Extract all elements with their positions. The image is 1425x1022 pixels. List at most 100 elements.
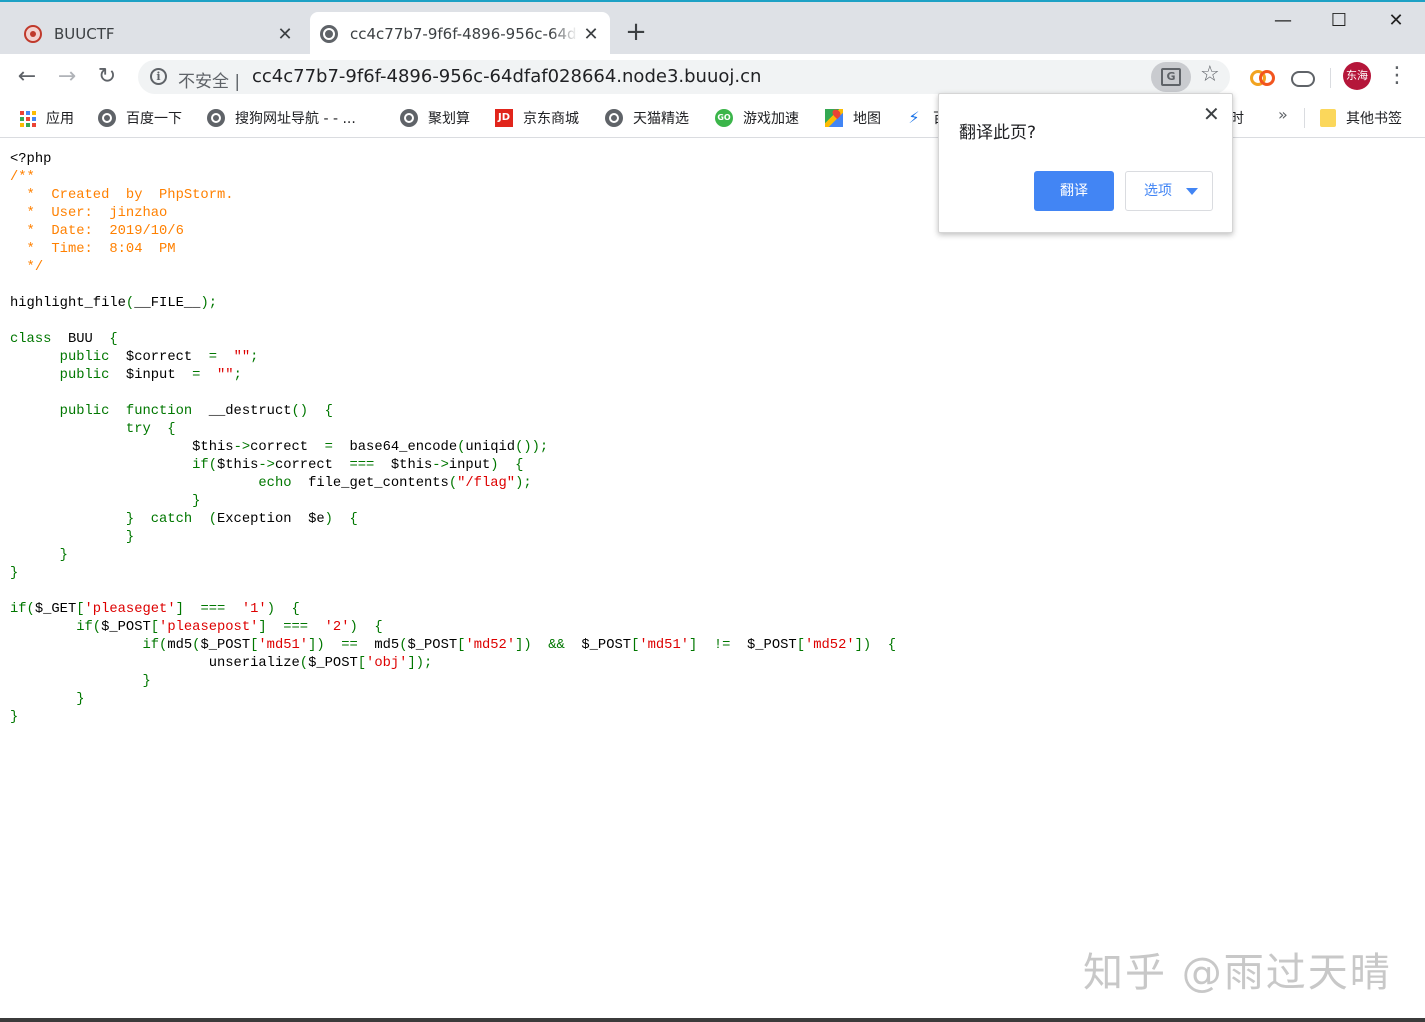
code-line: } xyxy=(10,547,896,565)
code-token: correct xyxy=(250,440,325,455)
code-token: -> xyxy=(432,458,449,473)
code-token: ) { xyxy=(324,512,358,527)
options-label: 选项 xyxy=(1144,183,1172,199)
code-token: if( xyxy=(10,602,35,617)
bookmark-jd[interactable]: JD 京东商城 xyxy=(495,107,579,129)
folder-icon xyxy=(1320,109,1336,127)
bookmark-game-accel[interactable]: GO 游戏加速 xyxy=(715,107,799,129)
code-line: } xyxy=(10,709,896,727)
code-token: = xyxy=(324,440,350,455)
other-bookmarks[interactable]: 其他书签 xyxy=(1320,107,1402,129)
globe-icon xyxy=(98,109,116,127)
bookmark-baidu[interactable]: 百度一下 xyxy=(98,107,182,129)
code-line: public $input = ""; xyxy=(10,367,896,385)
code-token: $_POST xyxy=(101,620,151,635)
window-close-button[interactable]: ✕ xyxy=(1373,6,1419,36)
bookmark-sogou[interactable]: 搜狗网址导航 - - ... xyxy=(207,107,356,129)
code-line: echo file_get_contents("/flag"); xyxy=(10,475,896,493)
code-token: /** xyxy=(10,170,35,185)
options-button[interactable]: 选项 xyxy=(1125,171,1213,211)
code-token: */ xyxy=(10,260,44,275)
caret-down-icon xyxy=(1186,188,1198,195)
code-token: } xyxy=(10,548,68,563)
tab-close-icon[interactable]: ✕ xyxy=(272,24,298,45)
profile-avatar[interactable]: 东海 xyxy=(1343,62,1371,90)
code-token: 'pleaseget' xyxy=(84,602,176,617)
code-token: $this xyxy=(390,458,433,473)
code-token: -> xyxy=(258,458,275,473)
code-token: md5 xyxy=(167,638,193,653)
code-token: correct xyxy=(274,458,350,473)
code-token: $input xyxy=(125,368,193,383)
bookmark-map[interactable]: 地图 xyxy=(825,107,881,129)
bookmark-apps[interactable]: 应用 xyxy=(18,107,74,129)
browser-menu-icon[interactable]: ⋮ xyxy=(1384,62,1410,92)
code-token: $correct xyxy=(125,350,209,365)
code-line: } xyxy=(10,691,896,709)
translate-popup: 翻译此页? ✕ 翻译 选项 xyxy=(938,93,1233,233)
code-line: if($_GET['pleaseget'] === '1') { xyxy=(10,601,896,619)
jd-icon: JD xyxy=(495,109,513,127)
code-line: unserialize($_POST['obj']); xyxy=(10,655,896,673)
bookmark-label: 游戏加速 xyxy=(743,111,799,127)
bookmark-star-icon[interactable]: ☆ xyxy=(1200,62,1220,87)
code-token: '1' xyxy=(241,602,267,617)
url-text[interactable]: cc4c77b7-9f6f-4896-956c-64dfaf028664.nod… xyxy=(252,66,761,87)
toolbar-divider xyxy=(1330,68,1331,88)
code-token: ()); xyxy=(515,440,549,455)
code-token: ); xyxy=(200,296,218,311)
maximize-button[interactable]: ☐ xyxy=(1316,6,1362,36)
minimize-button[interactable]: — xyxy=(1260,6,1306,36)
blue-icon: ⚡ xyxy=(908,108,920,127)
bookmark-tmall[interactable]: 天猫精选 xyxy=(605,107,689,129)
new-tab-button[interactable]: + xyxy=(622,18,650,46)
code-token: $_POST xyxy=(407,638,458,653)
code-line: /** xyxy=(10,169,896,187)
reload-button[interactable]: ↻ xyxy=(92,62,122,92)
address-bar[interactable]: i 不安全 | cc4c77b7-9f6f-4896-956c-64dfaf02… xyxy=(138,60,1230,94)
info-icon[interactable]: i xyxy=(150,68,167,85)
code-line: * User: jinzhao xyxy=(10,205,896,223)
code-token: if( xyxy=(10,638,168,653)
buuctf-favicon-icon xyxy=(24,25,42,43)
cloud-extension-icon[interactable] xyxy=(1290,65,1315,89)
tab-title: cc4c77b7-9f6f-4896-956c-64dfaf028664 xyxy=(350,25,578,43)
code-token: } xyxy=(10,710,19,725)
tab-buuctf[interactable]: BUUCTF ✕ xyxy=(14,12,304,56)
bookmark-label: 百度一下 xyxy=(126,111,182,127)
translate-page-button[interactable]: G xyxy=(1151,62,1191,92)
code-token: } xyxy=(10,674,151,689)
tab-challenge[interactable]: cc4c77b7-9f6f-4896-956c-64dfaf028664 ✕ xyxy=(310,12,610,56)
code-line: * Time: 8:04 PM xyxy=(10,241,896,259)
code-token: '2' xyxy=(324,620,350,635)
code-token: file_get_contents xyxy=(308,476,449,491)
bookmarks-overflow-button[interactable]: » xyxy=(1278,105,1288,124)
code-line: } xyxy=(10,493,896,511)
close-icon[interactable]: ✕ xyxy=(1203,102,1220,126)
code-token: 'md52' xyxy=(804,638,855,653)
code-token: = xyxy=(192,368,218,383)
code-token: $_POST xyxy=(581,638,632,653)
code-line: if($this->correct === $this->input) { xyxy=(10,457,896,475)
tab-close-icon[interactable]: ✕ xyxy=(578,24,604,45)
code-token: md5 xyxy=(374,638,400,653)
back-button[interactable]: ← xyxy=(12,62,42,92)
translate-icon: G xyxy=(1161,68,1181,86)
code-token: ] === xyxy=(175,602,242,617)
code-line: } catch (Exception $e) { xyxy=(10,511,896,529)
insecure-label[interactable]: 不安全 | xyxy=(178,67,240,92)
code-token: * User: jinzhao xyxy=(10,206,168,221)
code-token: } xyxy=(10,530,135,545)
code-token: * Time: 8:04 PM xyxy=(10,242,176,257)
code-token: public xyxy=(10,368,126,383)
code-token: } xyxy=(10,692,85,707)
code-token: } xyxy=(10,494,201,509)
infinity-extension-icon[interactable] xyxy=(1249,65,1275,89)
code-token: [ xyxy=(357,656,367,671)
forward-button[interactable]: → xyxy=(52,62,82,92)
translate-button[interactable]: 翻译 xyxy=(1034,171,1114,211)
map-icon xyxy=(825,109,843,127)
bookmark-juhuasuan[interactable]: 聚划算 xyxy=(400,107,470,129)
